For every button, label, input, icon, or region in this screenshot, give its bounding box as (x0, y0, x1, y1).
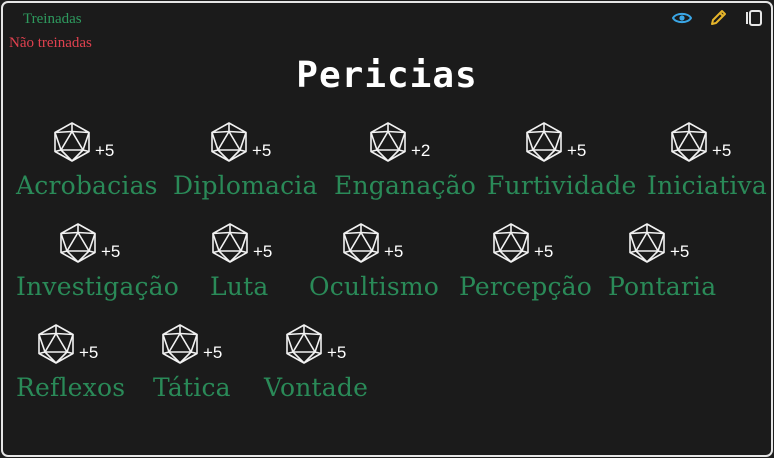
roll-button[interactable]: +5 (669, 121, 731, 163)
d20-icon (54, 122, 90, 162)
skill-name: Reflexos (16, 373, 126, 402)
skill-bonus: +5 (327, 343, 347, 362)
legend-trained: Treinadas (23, 11, 82, 27)
skill-bonus: +5 (567, 141, 587, 160)
roll-button[interactable]: +5 (52, 121, 114, 163)
skill-name: Luta (210, 272, 269, 301)
skill-name: Vontade (264, 373, 369, 402)
d20-icon (286, 324, 322, 364)
skill-bonus: +5 (252, 141, 272, 160)
roll-button[interactable]: +5 (209, 121, 271, 163)
skill-bonus: +5 (101, 242, 121, 261)
skill-bonus: +5 (95, 141, 115, 160)
legend-untrained: Não treinadas (9, 35, 92, 51)
skill-bonus: +2 (411, 141, 431, 160)
d20-icon (671, 122, 707, 162)
skill-name: Iniciativa (647, 171, 767, 200)
skill-name: Tática (153, 373, 231, 402)
toolbar (671, 7, 765, 29)
d20-icon (162, 324, 198, 364)
skill-name: Acrobacias (16, 171, 158, 200)
edit-button[interactable] (707, 7, 729, 29)
skill-bonus: +5 (203, 343, 223, 362)
skill-name: Enganação (334, 171, 477, 200)
skill-bonus: +5 (670, 242, 690, 261)
d20-icon (38, 324, 74, 364)
skill-name: Investigação (16, 272, 180, 301)
d20-icon (212, 223, 248, 263)
layout-button[interactable] (743, 7, 765, 29)
skill-name: Ocultismo (309, 272, 440, 301)
d20-icon (629, 223, 665, 263)
d20-icon (526, 122, 562, 162)
skill-name: Furtividade (487, 171, 637, 200)
skills-panel: Treinadas Não treinadas Pericias +5 Acrob… (1, 1, 773, 457)
roll-button[interactable]: +5 (160, 323, 222, 365)
roll-button[interactable]: +5 (341, 222, 403, 264)
skill-name: Percepção (459, 272, 593, 301)
skill-bonus: +5 (712, 141, 732, 160)
d20-icon (60, 223, 96, 263)
panel-icon (746, 10, 762, 26)
d20-icon (211, 122, 247, 162)
skill-bonus: +5 (253, 242, 273, 261)
roll-button[interactable]: +5 (524, 121, 586, 163)
eye-icon (672, 12, 692, 24)
roll-button[interactable]: +5 (284, 323, 346, 365)
skill-bonus: +5 (79, 343, 99, 362)
skill-name: Diplomacia (173, 171, 318, 200)
roll-button[interactable]: +2 (368, 121, 430, 163)
d20-icon (343, 223, 379, 263)
roll-button[interactable]: +5 (210, 222, 272, 264)
roll-button[interactable]: +5 (491, 222, 553, 264)
roll-button[interactable]: +5 (58, 222, 120, 264)
eye-button[interactable] (671, 7, 693, 29)
page-title: Pericias (296, 55, 478, 96)
roll-button[interactable]: +5 (627, 222, 689, 264)
d20-icon (370, 122, 406, 162)
roll-button[interactable]: +5 (36, 323, 98, 365)
skill-name: Pontaria (608, 272, 717, 301)
pencil-icon (711, 10, 726, 25)
skill-bonus: +5 (384, 242, 404, 261)
skill-bonus: +5 (534, 242, 554, 261)
d20-icon (493, 223, 529, 263)
